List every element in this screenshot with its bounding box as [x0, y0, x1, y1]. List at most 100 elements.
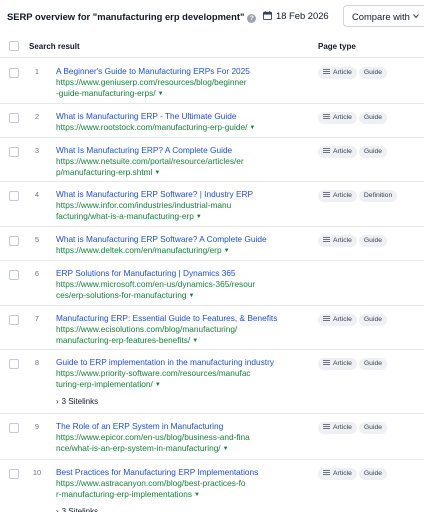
row-checkbox[interactable] — [9, 315, 19, 325]
article-icon — [323, 424, 330, 429]
page-type-tag: Article — [318, 468, 357, 480]
sitelinks-toggle[interactable]: › 3 Sitelinks — [56, 397, 306, 406]
page-type-tag: Guide — [358, 358, 388, 370]
article-icon — [323, 316, 330, 321]
table-row: 10 Best Practices for Manufacturing ERP I… — [0, 460, 424, 512]
url-dropdown-caret-icon[interactable]: ▼ — [249, 123, 255, 134]
page-type-tag: Guide — [358, 314, 388, 326]
page-type-tags: Article Guide — [318, 357, 389, 370]
page-type-tags: Article Guide — [318, 467, 389, 480]
page-type-tag-label: Article — [333, 148, 352, 155]
result-title-link[interactable]: ERP Solutions for Manufacturing | Dynami… — [56, 268, 306, 279]
row-checkbox[interactable] — [9, 191, 19, 201]
row-checkbox[interactable] — [9, 359, 19, 369]
result-url-link[interactable]: https://www.epicor.com/en-us/blog/busine… — [56, 432, 306, 455]
page-type-tags: Article Guide — [318, 66, 389, 79]
url-dropdown-caret-icon[interactable]: ▼ — [223, 444, 229, 455]
result-url-link[interactable]: https://www.geniuserp.com/resources/blog… — [56, 77, 306, 100]
compare-with-label: Compare with — [352, 11, 410, 22]
page-type-tag-label: Guide — [363, 69, 383, 76]
result-title-link[interactable]: Manufacturing ERP: Essential Guide to Fe… — [56, 313, 306, 324]
select-all-checkbox[interactable] — [9, 41, 19, 51]
result-title-link[interactable]: The Role of an ERP System in Manufacturi… — [56, 421, 306, 432]
url-dropdown-caret-icon[interactable]: ▼ — [224, 246, 230, 257]
page-title: SERP overview for "manufacturing erp dev… — [7, 11, 257, 23]
url-dropdown-caret-icon[interactable]: ▼ — [155, 380, 161, 391]
column-header-page-type: Page type — [318, 42, 356, 51]
rank-number: 6 — [34, 269, 40, 278]
rank-number: 2 — [34, 112, 40, 121]
result-url-link[interactable]: https://www.priority-software.com/resour… — [56, 368, 306, 391]
result-title-link[interactable]: What is Manufacturing ERP Software? | In… — [56, 189, 306, 200]
result-title-link[interactable]: What is Manufacturing ERP Software? A Co… — [56, 234, 306, 245]
result-url-link[interactable]: https://www.rootstock.com/manufacturing-… — [56, 122, 306, 134]
page-type-tags: Article Guide — [318, 234, 389, 247]
table-row: 9 The Role of an ERP System in Manufactur… — [0, 414, 424, 460]
result-url-text: https://www.ecisolutions.com/blog/manufa… — [56, 324, 238, 345]
url-dropdown-caret-icon[interactable]: ▼ — [196, 212, 202, 223]
row-checkbox[interactable] — [9, 113, 19, 123]
url-dropdown-caret-icon[interactable]: ▼ — [189, 291, 195, 302]
result-url-text: https://www.infor.com/industries/industr… — [56, 200, 232, 221]
help-icon[interactable]: ? — [247, 14, 257, 23]
search-result: What Is Manufacturing ERP? A Complete Gu… — [56, 145, 306, 179]
result-url-link[interactable]: https://www.microsoft.com/en-us/dynamics… — [56, 279, 306, 302]
row-checkbox[interactable] — [9, 423, 19, 433]
result-url-link[interactable]: https://www.astracanyon.com/blog/best-pr… — [56, 478, 306, 501]
page-type-tag-label: Guide — [363, 360, 383, 367]
result-title-link[interactable]: Guide to ERP implementation in the manuf… — [56, 357, 306, 368]
article-icon — [323, 114, 330, 119]
page-type-tag: Article — [318, 190, 357, 202]
url-dropdown-caret-icon[interactable]: ▼ — [154, 168, 160, 179]
result-url-link[interactable]: https://www.ecisolutions.com/blog/manufa… — [56, 324, 306, 347]
search-result: Best Practices for Manufacturing ERP Imp… — [56, 467, 306, 512]
search-result: A Beginner's Guide to Manufacturing ERPs… — [56, 66, 306, 100]
page-type-tag: Article — [318, 112, 357, 124]
sitelinks-label: 3 Sitelinks — [61, 507, 99, 512]
page-type-tag: Article — [318, 314, 357, 326]
page-type-tag: Guide — [358, 112, 388, 124]
result-url-text: https://www.priority-software.com/resour… — [56, 368, 251, 389]
sitelinks-toggle[interactable]: › 3 Sitelinks — [56, 507, 306, 512]
result-title-link[interactable]: What is Manufacturing ERP - The Ultimate… — [56, 111, 306, 122]
url-dropdown-caret-icon[interactable]: ▼ — [194, 490, 200, 501]
row-checkbox[interactable] — [9, 469, 19, 479]
result-url-link[interactable]: https://www.deltek.com/en/manufacturing/… — [56, 245, 306, 257]
rank-number: 10 — [32, 468, 42, 477]
search-result: The Role of an ERP System in Manufacturi… — [56, 421, 306, 455]
table-row: 6 ERP Solutions for Manufacturing | Dynam… — [0, 261, 424, 306]
search-result: ERP Solutions for Manufacturing | Dynami… — [56, 268, 306, 302]
article-icon — [323, 360, 330, 365]
chevron-down-icon — [412, 14, 419, 19]
page-type-tag: Article — [318, 67, 357, 79]
page-type-tag-label: Article — [333, 114, 352, 121]
result-title-link[interactable]: Best Practices for Manufacturing ERP Imp… — [56, 467, 306, 478]
page-title-text: SERP overview for "manufacturing erp dev… — [7, 11, 245, 22]
row-checkbox[interactable] — [9, 147, 19, 157]
search-result: What is Manufacturing ERP - The Ultimate… — [56, 111, 306, 134]
url-dropdown-caret-icon[interactable]: ▼ — [158, 89, 164, 100]
page-type-tag-label: Guide — [363, 470, 383, 477]
result-url-link[interactable]: https://www.infor.com/industries/industr… — [56, 200, 306, 223]
compare-with-dropdown[interactable]: Compare with — [343, 5, 424, 27]
date-picker[interactable]: 18 Feb 2026 — [263, 10, 329, 21]
page-type-tag-label: Guide — [363, 424, 383, 431]
page-type-tag: Article — [318, 358, 357, 370]
page-type-tags: Article Guide — [318, 111, 389, 124]
row-checkbox[interactable] — [9, 270, 19, 280]
page-type-tag: Article — [318, 422, 357, 434]
url-dropdown-caret-icon[interactable]: ▼ — [192, 336, 198, 347]
table-row: 2 What is Manufacturing ERP - The Ultimat… — [0, 104, 424, 138]
sitelinks-label: 3 Sitelinks — [61, 397, 99, 406]
row-checkbox[interactable] — [9, 236, 19, 246]
result-title-link[interactable]: A Beginner's Guide to Manufacturing ERPs… — [56, 66, 306, 77]
page-type-tag-label: Article — [333, 360, 352, 367]
table-row: 3 What Is Manufacturing ERP? A Complete G… — [0, 138, 424, 182]
result-title-link[interactable]: What Is Manufacturing ERP? A Complete Gu… — [56, 145, 306, 156]
result-url-link[interactable]: https://www.netsuite.com/portal/resource… — [56, 156, 306, 179]
page-type-tag: Guide — [358, 235, 388, 247]
result-url-text: https://www.rootstock.com/manufacturing-… — [56, 122, 248, 132]
row-checkbox[interactable] — [9, 68, 19, 78]
table-row: 4 What is Manufacturing ERP Software? | I… — [0, 182, 424, 227]
page-type-tag-label: Article — [333, 69, 352, 76]
